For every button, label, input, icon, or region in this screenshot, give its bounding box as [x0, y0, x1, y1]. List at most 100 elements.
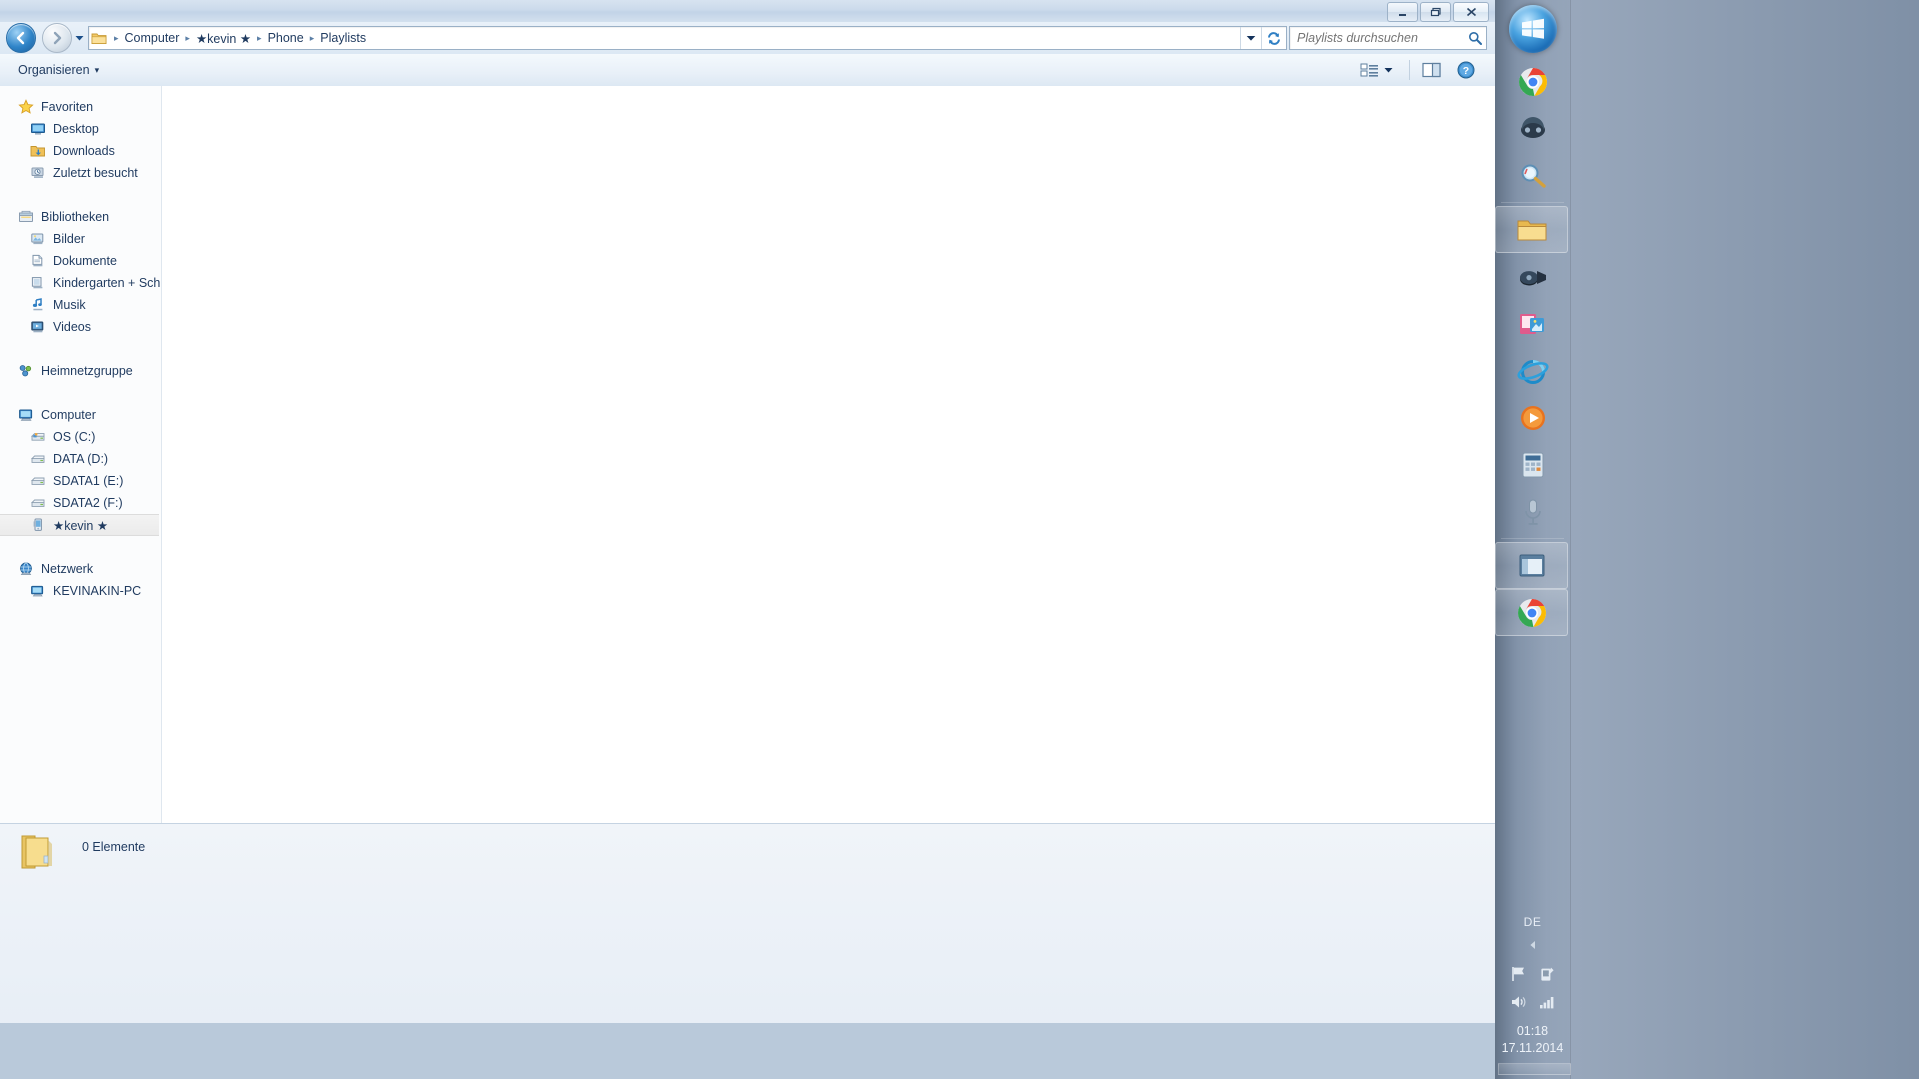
breadcrumb-item-kevin[interactable]: ★kevin ★ — [191, 30, 256, 47]
music-library-icon — [30, 297, 46, 313]
taskbar-clock[interactable]: 01:18 17.11.2014 — [1502, 1017, 1564, 1057]
volume-icon[interactable] — [1510, 994, 1528, 1013]
star-icon — [18, 99, 34, 115]
taskbar-button-media-player-classic[interactable] — [1495, 253, 1570, 300]
recent-places-icon — [30, 165, 46, 181]
sidebar-item-dokumente[interactable]: Dokumente — [0, 250, 161, 272]
sidebar-item-kevin[interactable]: ★kevin ★ — [0, 514, 159, 536]
sidebar-item-computer[interactable]: Computer — [0, 404, 161, 426]
sidebar-item-kindergarten-schul[interactable]: Kindergarten + Schul — [0, 272, 161, 294]
sidebar-item-zuletzt-besucht[interactable]: Zuletzt besucht — [0, 162, 161, 184]
sidebar-item-musik[interactable]: Musik — [0, 294, 161, 316]
address-bar[interactable]: ▸ Computer ▸ ★kevin ★ ▸ Phone ▸ Playlist… — [88, 26, 1287, 50]
sidebar-item-data-d[interactable]: DATA (D:) — [0, 448, 161, 470]
address-dropdown-button[interactable] — [1240, 27, 1261, 49]
sidebar-item-label: Videos — [53, 320, 91, 334]
sidebar-item-bibliotheken[interactable]: Bibliotheken — [0, 206, 161, 228]
sidebar-item-label: Musik — [53, 298, 86, 312]
explorer-window-icon — [1519, 554, 1544, 576]
history-dropdown-button[interactable] — [72, 24, 86, 52]
chrome-icon — [1518, 67, 1547, 96]
search-input[interactable] — [1295, 28, 1464, 48]
portable-device-icon — [30, 517, 46, 533]
breadcrumb-item-playlists[interactable]: Playlists — [315, 30, 371, 46]
sidebar-item-desktop[interactable]: Desktop — [0, 118, 161, 140]
sidebar-item-sdata2-f[interactable]: SDATA2 (F:) — [0, 492, 161, 514]
desktop-icon — [30, 121, 46, 137]
taskbar-button-explorer-window[interactable] — [1495, 542, 1568, 589]
action-center-icon[interactable] — [1510, 965, 1528, 986]
sidebar-item-favoriten[interactable]: Favoriten — [0, 96, 161, 118]
microphone-icon — [1524, 499, 1541, 525]
taskbar-button-recorder[interactable] — [1495, 488, 1570, 535]
sidebar-item-label: SDATA1 (E:) — [53, 474, 124, 488]
status-bar: 0 Elemente — [0, 823, 1495, 1023]
preview-pane-button[interactable] — [1416, 59, 1447, 81]
libraries-icon — [18, 209, 34, 225]
sidebar-item-os-c[interactable]: OS (C:) — [0, 426, 161, 448]
forward-button[interactable] — [42, 23, 72, 53]
breadcrumb-item-phone[interactable]: Phone — [263, 30, 309, 46]
search-icon[interactable] — [1464, 31, 1486, 45]
windows-orb-icon — [1508, 5, 1557, 53]
sidebar-item-label: Computer — [41, 408, 96, 422]
sidebar-item-bilder[interactable]: Bilder — [0, 228, 161, 250]
taskbar-button-calculator[interactable] — [1495, 441, 1570, 488]
sidebar-item-label: Favoriten — [41, 100, 94, 114]
homegroup-icon — [18, 363, 34, 379]
sidebar-item-heimnetzgruppe[interactable]: Heimnetzgruppe — [0, 360, 161, 382]
sidebar-group-heimnetzgruppe: Heimnetzgruppe — [0, 360, 161, 382]
toolbar-separator — [1409, 60, 1410, 80]
taskbar-button-media-player[interactable] — [1495, 394, 1570, 441]
show-desktop-button[interactable] — [1498, 1063, 1571, 1075]
window-buttons — [1387, 2, 1489, 22]
breadcrumb: ▸ Computer ▸ ★kevin ★ ▸ Phone ▸ Playlist… — [109, 30, 1240, 47]
organize-button[interactable]: Organisieren ▾ — [10, 60, 107, 80]
sidebar-item-downloads[interactable]: Downloads — [0, 140, 161, 162]
clock-time: 01:18 — [1516, 1024, 1549, 1038]
sidebar-item-label: Bilder — [53, 232, 85, 246]
sidebar-item-netzwerk[interactable]: Netzwerk — [0, 558, 161, 580]
tray-expand-button[interactable] — [1528, 937, 1538, 961]
change-view-button[interactable] — [1354, 59, 1399, 81]
pictures-library-icon — [30, 231, 46, 247]
chrome-icon — [1517, 598, 1546, 627]
minimize-button[interactable] — [1387, 2, 1418, 22]
taskbar-button-chrome-window[interactable] — [1495, 589, 1568, 636]
refresh-button[interactable] — [1261, 27, 1286, 49]
search-box[interactable] — [1289, 26, 1487, 50]
close-button[interactable] — [1453, 2, 1489, 22]
breadcrumb-item-computer[interactable]: Computer — [120, 30, 185, 46]
maximize-button[interactable] — [1420, 2, 1451, 22]
sidebar-item-videos[interactable]: Videos — [0, 316, 161, 338]
file-list[interactable] — [162, 86, 1495, 823]
sidebar-item-sdata1-e[interactable]: SDATA1 (E:) — [0, 470, 161, 492]
taskbar-separator — [1501, 538, 1564, 539]
address-folder-icon — [91, 31, 107, 45]
taskbar-button-explorer[interactable] — [1495, 206, 1568, 253]
navigation-pane[interactable]: Favoriten Desktop Downloads Zuletzt besu… — [0, 86, 162, 823]
taskbar-button-jdownloader[interactable] — [1495, 105, 1570, 152]
removable-media-icon[interactable] — [1538, 965, 1556, 986]
taskbar-button-photo-tool[interactable] — [1495, 300, 1570, 347]
library-icon — [30, 275, 46, 291]
network-icon — [18, 561, 34, 577]
network-signal-icon[interactable] — [1538, 994, 1556, 1013]
start-button[interactable] — [1495, 0, 1570, 58]
taskbar-separator — [1501, 202, 1564, 203]
system-drive-icon — [30, 429, 46, 445]
sidebar-item-label: Kindergarten + Schul — [53, 276, 162, 290]
title-bar[interactable] — [0, 0, 1495, 23]
sidebar-item-label: Heimnetzgruppe — [41, 364, 133, 378]
help-button[interactable]: ? — [1451, 58, 1481, 82]
language-indicator[interactable]: DE — [1524, 909, 1542, 937]
sidebar-item-label: Bibliotheken — [41, 210, 110, 224]
back-button[interactable] — [6, 23, 36, 53]
chevron-down-icon — [1384, 67, 1393, 72]
taskbar-button-internet-explorer[interactable] — [1495, 347, 1570, 394]
taskbar-button-chrome[interactable] — [1495, 58, 1570, 105]
system-tray: DE 01:18 17.11.2014 — [1495, 909, 1571, 1079]
taskbar-button-everything-search[interactable] — [1495, 152, 1570, 199]
videos-library-icon — [30, 319, 46, 335]
sidebar-item-kevinakin-pc[interactable]: KEVINAKIN-PC — [0, 580, 161, 602]
